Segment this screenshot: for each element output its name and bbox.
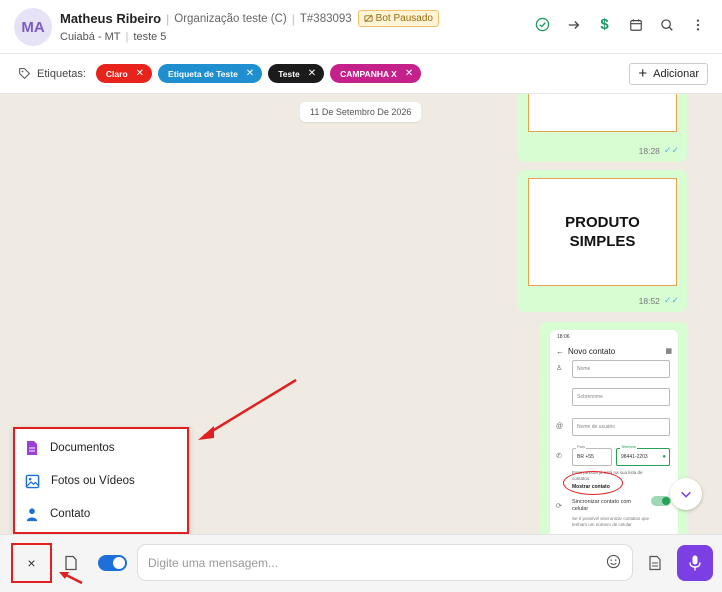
message-time: 18:52 ✓✓	[638, 295, 679, 306]
qr-icon: ▦	[665, 348, 672, 355]
menu-item-contact[interactable]: Contato	[25, 503, 90, 525]
tag-chip-claro[interactable]: Claro ✕	[95, 64, 153, 83]
message-image[interactable]	[528, 94, 677, 132]
message-image[interactable]: 18:06 ← Novo contato ▦ ♙ Nome Sobrenome …	[550, 330, 678, 534]
tag-icon	[18, 67, 32, 81]
phone-sync-label: Sincronizar contato com celular	[572, 499, 631, 512]
tag-chip-campanha-x[interactable]: CAMPANHA X ✕	[330, 64, 422, 83]
message-bubble[interactable]: PRODUTO SIMPLES 18:52 ✓✓	[518, 170, 687, 312]
contact-name[interactable]: Matheus Ribeiro	[60, 11, 161, 26]
file-icon[interactable]	[63, 555, 79, 571]
check-icon: ●	[662, 454, 666, 460]
at-icon: @	[556, 423, 564, 430]
emoji-icon[interactable]	[606, 554, 621, 569]
header-actions: $	[534, 16, 706, 33]
contact-subtitle-row: Cuiabá - MT | teste 5	[60, 31, 166, 43]
image-icon	[25, 474, 40, 488]
calendar-icon[interactable]	[627, 16, 644, 33]
contact-title-row: Matheus Ribeiro | Organização teste (C) …	[60, 10, 439, 27]
plus-icon: +	[638, 65, 648, 82]
message-composer: ×	[0, 534, 722, 592]
document-icon	[27, 441, 37, 455]
add-tag-button[interactable]: + Adicionar	[629, 63, 708, 85]
date-separator: 11 De Setembro De 2026	[300, 102, 422, 122]
annotation-arrow	[198, 378, 297, 440]
message-input[interactable]	[137, 544, 633, 581]
bot-paused-icon	[364, 14, 373, 23]
phone-field-surname: Sobrenome	[572, 388, 670, 406]
scroll-down-button[interactable]	[670, 478, 702, 510]
remove-tag-icon[interactable]: ✕	[405, 68, 413, 79]
back-arrow-icon: ←	[556, 347, 564, 356]
toggle-knob	[113, 557, 125, 569]
tag-chip-label: Teste	[278, 68, 300, 79]
menu-item-label: Documentos	[50, 442, 115, 454]
tag-chip-label: Claro	[105, 68, 128, 79]
dollar-icon[interactable]: $	[596, 16, 613, 33]
tags-label: Etiquetas:	[37, 67, 86, 80]
close-icon: ×	[27, 555, 36, 571]
tag-chip-teste[interactable]: Teste ✕	[268, 64, 325, 83]
queue-name: teste 5	[133, 31, 167, 43]
phone-sync-toggle	[651, 496, 671, 506]
phone-field-username: Nome de usuário	[572, 418, 670, 436]
phone-field-number: 98441-2203 ●	[616, 448, 670, 466]
remove-tag-icon[interactable]: ✕	[308, 68, 316, 79]
ticket-number: T#383093	[299, 12, 352, 25]
message-time: 18:28 ✓✓	[638, 145, 679, 156]
menu-item-label: Contato	[50, 508, 91, 520]
tag-chip-label: Etiqueta de Teste	[168, 68, 238, 79]
person-icon	[26, 507, 38, 521]
phone-field-country: BR +55	[572, 448, 612, 466]
double-check-icon: ✓✓	[663, 295, 679, 305]
check-circle-icon[interactable]	[534, 16, 551, 33]
phone-field-number-label: Telefone	[620, 444, 638, 449]
red-circle-annotation	[563, 471, 623, 495]
separator: |	[166, 11, 170, 26]
contact-location: Cuiabá - MT	[60, 31, 121, 43]
phone-field-country-label: País	[576, 444, 587, 449]
phone-sync-note: Se é possível sincronizar contatos que t…	[572, 516, 650, 527]
separator: |	[291, 11, 295, 26]
phone-field-name: Nome	[572, 360, 670, 378]
phone-icon: ✆	[556, 453, 562, 460]
search-icon[interactable]	[658, 16, 675, 33]
message-image[interactable]: PRODUTO SIMPLES	[528, 178, 677, 286]
person-icon: ♙	[556, 365, 563, 372]
bot-status-badge: Bot Pausado	[357, 10, 439, 27]
tag-chip-label: CAMPANHA X	[340, 68, 397, 79]
template-icon[interactable]	[648, 555, 662, 571]
more-vertical-icon[interactable]	[689, 16, 706, 33]
phone-status-time: 18:06	[557, 334, 570, 340]
sync-icon: ⟳	[556, 503, 562, 510]
chat-header: MA Matheus Ribeiro | Organização teste (…	[0, 0, 722, 54]
message-bubble[interactable]: 18:28 ✓✓	[518, 94, 687, 162]
close-attachment-menu-button[interactable]: ×	[11, 543, 52, 583]
add-tag-label: Adicionar	[653, 68, 699, 80]
remove-tag-icon[interactable]: ✕	[246, 68, 254, 79]
organization-name: Organização teste (C)	[174, 12, 287, 25]
microphone-icon	[689, 555, 701, 571]
menu-item-documents[interactable]: Documentos	[25, 437, 115, 459]
record-audio-button[interactable]	[677, 545, 713, 581]
tag-chip-etiqueta-de-teste[interactable]: Etiqueta de Teste ✕	[158, 64, 263, 83]
arrow-right-icon[interactable]	[565, 16, 582, 33]
remove-tag-icon[interactable]: ✕	[136, 68, 144, 79]
chevron-down-icon	[681, 491, 691, 498]
menu-item-photos-videos[interactable]: Fotos ou Vídeos	[25, 470, 135, 492]
separator: |	[125, 31, 129, 43]
phone-screen-title: Novo contato	[568, 347, 616, 356]
annotation-arrow	[59, 572, 83, 585]
attachment-menu: Documentos Fotos ou Vídeos Contato	[13, 427, 189, 534]
menu-item-label: Fotos ou Vídeos	[51, 475, 135, 487]
signature-toggle[interactable]	[98, 555, 127, 571]
bot-status-label: Bot Pausado	[375, 13, 433, 24]
avatar[interactable]: MA	[14, 8, 52, 46]
double-check-icon: ✓✓	[663, 145, 679, 155]
tags-bar: Etiquetas: Claro ✕ Etiqueta de Teste ✕ T…	[0, 54, 722, 94]
